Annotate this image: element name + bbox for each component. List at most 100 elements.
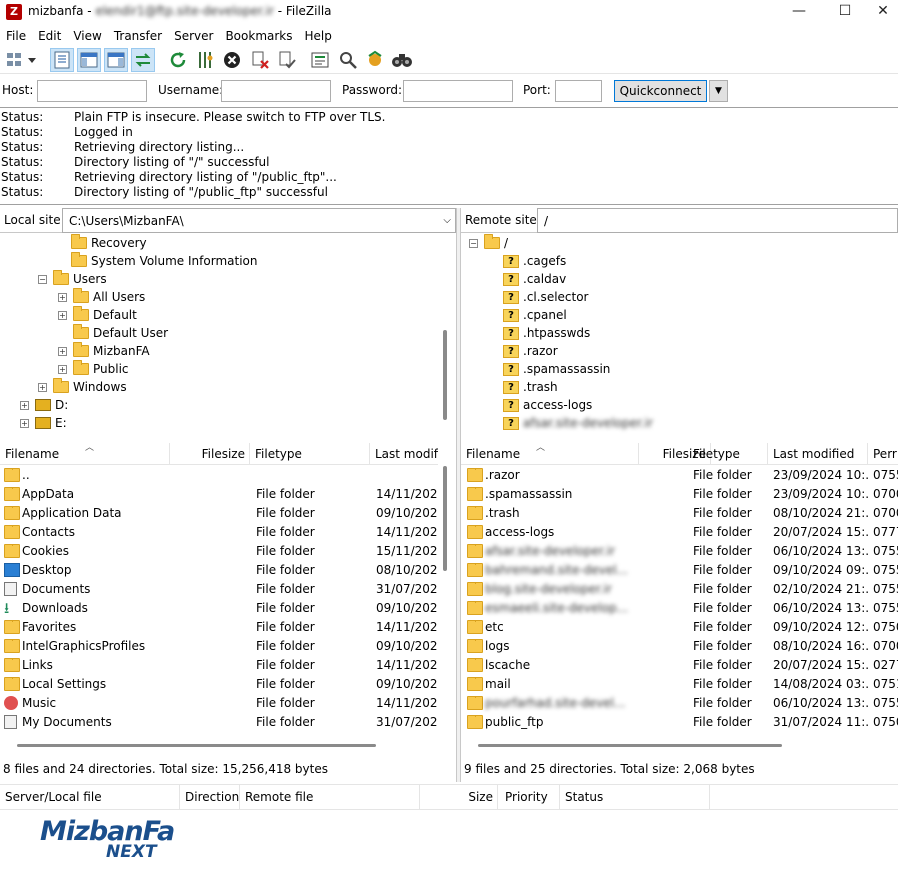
list-item[interactable]: Desktop File folder 08/10/2024 — [0, 561, 440, 580]
list-item[interactable]: .spamassassin File folder 23/09/2024 10:..… — [461, 485, 898, 504]
port-input[interactable] — [555, 80, 602, 102]
list-item[interactable]: Links File folder 14/11/2023 — [0, 656, 440, 675]
expand-toggle-icon[interactable]: + — [58, 310, 67, 320]
list-item[interactable]: Contacts File folder 14/11/2023 — [0, 523, 440, 542]
list-item[interactable]: afsar.site-developer.ir File folder 06/10/… — [461, 542, 898, 561]
expand-toggle-icon[interactable]: + — [58, 292, 67, 302]
site-manager-icon[interactable] — [3, 48, 39, 72]
tree-item[interactable]: ? .cagefs — [503, 252, 566, 270]
tree-item[interactable]: ? .razor — [503, 342, 558, 360]
quickconnect-button[interactable]: Quickconnect — [614, 80, 707, 102]
menu-bookmarks[interactable]: Bookmarks — [219, 26, 298, 46]
list-item[interactable]: logs File folder 08/10/2024 16:... 0700 — [461, 637, 898, 656]
tree-item[interactable]: + MizbanFA — [58, 342, 150, 360]
expand-toggle-icon[interactable]: − — [38, 274, 47, 284]
expand-toggle-icon[interactable]: + — [20, 418, 29, 428]
password-input[interactable] — [403, 80, 513, 102]
collapse-toggle-icon[interactable]: − — [469, 238, 478, 248]
list-item[interactable]: public_ftp File folder 31/07/2024 11:... 07… — [461, 713, 898, 732]
list-item[interactable]: ⭳ Downloads File folder 09/10/2024 — [0, 599, 440, 618]
tree-item[interactable]: ? access-logs — [503, 396, 592, 414]
expand-toggle-icon[interactable]: + — [58, 364, 67, 374]
col-last-modified[interactable]: Last modified — [768, 443, 868, 465]
remote-site-path-input[interactable]: / — [537, 208, 898, 233]
list-item[interactable]: bahremand.site-devel... File folder 09/10/… — [461, 561, 898, 580]
list-item[interactable]: esmaeeli.site-develop... File folder 06/10… — [461, 599, 898, 618]
col-permissions[interactable]: Perr — [868, 443, 898, 465]
list-item[interactable]: IntelGraphicsProfiles File folder 09/10/20… — [0, 637, 440, 656]
list-item[interactable]: My Documents File folder 31/07/2024 — [0, 713, 440, 732]
tree-root[interactable]: − / — [469, 234, 508, 252]
username-input[interactable] — [221, 80, 331, 102]
tree-item[interactable]: Default User — [58, 324, 168, 342]
compare-directories-icon[interactable] — [336, 48, 360, 72]
tree-item[interactable]: + E: — [20, 414, 67, 432]
list-item[interactable]: lscache File folder 20/07/2024 15:... 0277 — [461, 656, 898, 675]
reconnect-icon[interactable] — [275, 48, 299, 72]
maximize-button[interactable]: ☐ — [822, 0, 868, 24]
minimize-button[interactable]: — — [776, 0, 822, 24]
list-item[interactable]: pourfarhad.site-devel... File folder 06/10… — [461, 694, 898, 713]
toggle-transfer-queue-icon[interactable] — [131, 48, 155, 72]
toggle-local-tree-icon[interactable] — [77, 48, 101, 72]
tree-item[interactable]: ? afsar.site-developer.ir — [503, 414, 653, 432]
host-input[interactable] — [37, 80, 147, 102]
process-queue-icon[interactable] — [193, 48, 217, 72]
menu-edit[interactable]: Edit — [32, 26, 67, 46]
close-button[interactable]: ✕ — [868, 0, 898, 24]
menu-transfer[interactable]: Transfer — [108, 26, 168, 46]
queue-col-priority[interactable]: Priority — [500, 785, 560, 810]
refresh-icon[interactable] — [166, 48, 190, 72]
col-filename[interactable]: Filename — [461, 443, 639, 465]
queue-col-size[interactable]: Size — [420, 785, 498, 810]
list-item[interactable]: Cookies File folder 15/11/2023 — [0, 542, 440, 561]
tree-item[interactable]: ? .htpasswds — [503, 324, 590, 342]
list-item[interactable]: Documents File folder 31/07/2024 — [0, 580, 440, 599]
toggle-message-log-icon[interactable] — [50, 48, 74, 72]
disconnect-icon[interactable] — [248, 48, 272, 72]
queue-col-direction[interactable]: Direction — [180, 785, 240, 810]
menu-view[interactable]: View — [67, 26, 107, 46]
list-item[interactable]: .. — [0, 466, 440, 485]
tree-item[interactable]: System Volume Information — [56, 252, 257, 270]
list-item[interactable]: Favorites File folder 14/11/2023 — [0, 618, 440, 637]
queue-col-server-local-file[interactable]: Server/Local file — [0, 785, 180, 810]
tree-item[interactable]: + All Users — [58, 288, 145, 306]
menu-file[interactable]: File — [0, 26, 32, 46]
list-item[interactable]: Local Settings File folder 09/10/2024 — [0, 675, 440, 694]
expand-toggle-icon[interactable]: + — [38, 382, 47, 392]
tree-item[interactable]: + D: — [20, 396, 68, 414]
list-item[interactable]: blog.site-developer.ir File folder 02/10/2… — [461, 580, 898, 599]
search-binoculars-icon[interactable] — [390, 48, 414, 72]
synchronized-browsing-icon[interactable] — [363, 48, 387, 72]
chevron-down-icon[interactable]: ⌵ — [443, 209, 451, 233]
col-last-modified[interactable]: Last modifi — [370, 443, 438, 465]
local-tree-scrollbar[interactable] — [443, 330, 447, 420]
local-list-hscrollbar[interactable] — [17, 744, 376, 747]
queue-col-remote-file[interactable]: Remote file — [240, 785, 420, 810]
col-filesize[interactable]: Filesize — [170, 443, 250, 465]
expand-toggle-icon[interactable]: + — [20, 400, 29, 410]
expand-toggle-icon[interactable]: + — [58, 346, 67, 356]
local-site-path-input[interactable]: C:\Users\MizbanFA\ ⌵ — [62, 208, 456, 233]
tree-item[interactable]: + Default — [58, 306, 137, 324]
tree-item[interactable]: + Windows — [38, 378, 127, 396]
local-list-scrollbar[interactable] — [443, 466, 447, 571]
tree-item[interactable]: Recovery — [56, 234, 147, 252]
toggle-remote-tree-icon[interactable] — [104, 48, 128, 72]
col-filetype[interactable]: Filetype — [250, 443, 370, 465]
directory-filter-icon[interactable] — [308, 48, 332, 72]
col-filetype[interactable]: Filetype — [688, 443, 768, 465]
list-item[interactable]: etc File folder 09/10/2024 12:... 0750 — [461, 618, 898, 637]
tree-item[interactable]: ? .cl.selector — [503, 288, 589, 306]
tree-item[interactable]: ? .trash — [503, 378, 558, 396]
tree-item[interactable]: + Public — [58, 360, 129, 378]
cancel-operation-icon[interactable] — [220, 48, 244, 72]
list-item[interactable]: mail File folder 14/08/2024 03:... 0751 — [461, 675, 898, 694]
menu-server[interactable]: Server — [168, 26, 219, 46]
tree-item[interactable]: − Users — [38, 270, 107, 288]
tree-item[interactable]: ? .cpanel — [503, 306, 567, 324]
list-item[interactable]: Application Data File folder 09/10/2024 — [0, 504, 440, 523]
tree-item[interactable]: ? .spamassassin — [503, 360, 610, 378]
menu-help[interactable]: Help — [299, 26, 338, 46]
